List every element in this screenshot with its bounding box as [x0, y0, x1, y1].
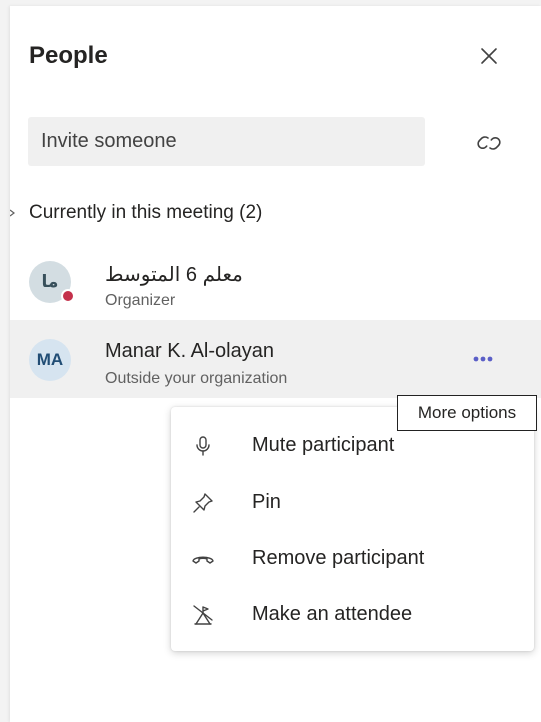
panel-title: People — [29, 42, 108, 69]
avatar: MA — [29, 339, 71, 381]
section-header[interactable]: Currently in this meeting (2) — [29, 202, 262, 224]
menu-item-label: Mute participant — [252, 434, 395, 456]
participant-name: Manar K. Al-olayan — [105, 340, 274, 362]
menu-item-remove-participant[interactable]: Remove participant — [171, 533, 534, 585]
participant-row[interactable]: MA Manar K. Al-olayan Outside your organ… — [10, 320, 541, 398]
pin-icon — [193, 493, 213, 513]
make-attendee-icon — [193, 605, 213, 625]
more-options-tooltip: More options — [397, 395, 537, 431]
remove-participant-icon — [192, 556, 214, 564]
people-panel: People Currently in this meeting (2) ما … — [10, 6, 541, 722]
menu-item-label: Pin — [252, 491, 281, 513]
menu-item-label: Remove participant — [252, 547, 425, 569]
participant-row[interactable]: ما معلم 6 المتوسط Organizer — [10, 243, 541, 321]
invite-input[interactable] — [28, 117, 425, 166]
participant-context-menu: Mute participant Pin Remove participant — [171, 407, 534, 651]
menu-item-make-attendee[interactable]: Make an attendee — [171, 589, 534, 641]
menu-item-label: Make an attendee — [252, 603, 413, 625]
participant-role: Outside your organization — [105, 370, 288, 387]
busy-status-icon — [61, 289, 75, 303]
link-icon[interactable] — [473, 130, 505, 156]
microphone-icon — [196, 436, 210, 456]
participant-role: Organizer — [105, 292, 176, 309]
menu-item-pin[interactable]: Pin — [171, 477, 534, 529]
more-options-icon[interactable] — [465, 346, 501, 372]
participant-name: معلم 6 المتوسط — [105, 264, 243, 286]
close-icon[interactable] — [477, 44, 501, 68]
collapse-chevron-icon[interactable] — [10, 206, 16, 220]
